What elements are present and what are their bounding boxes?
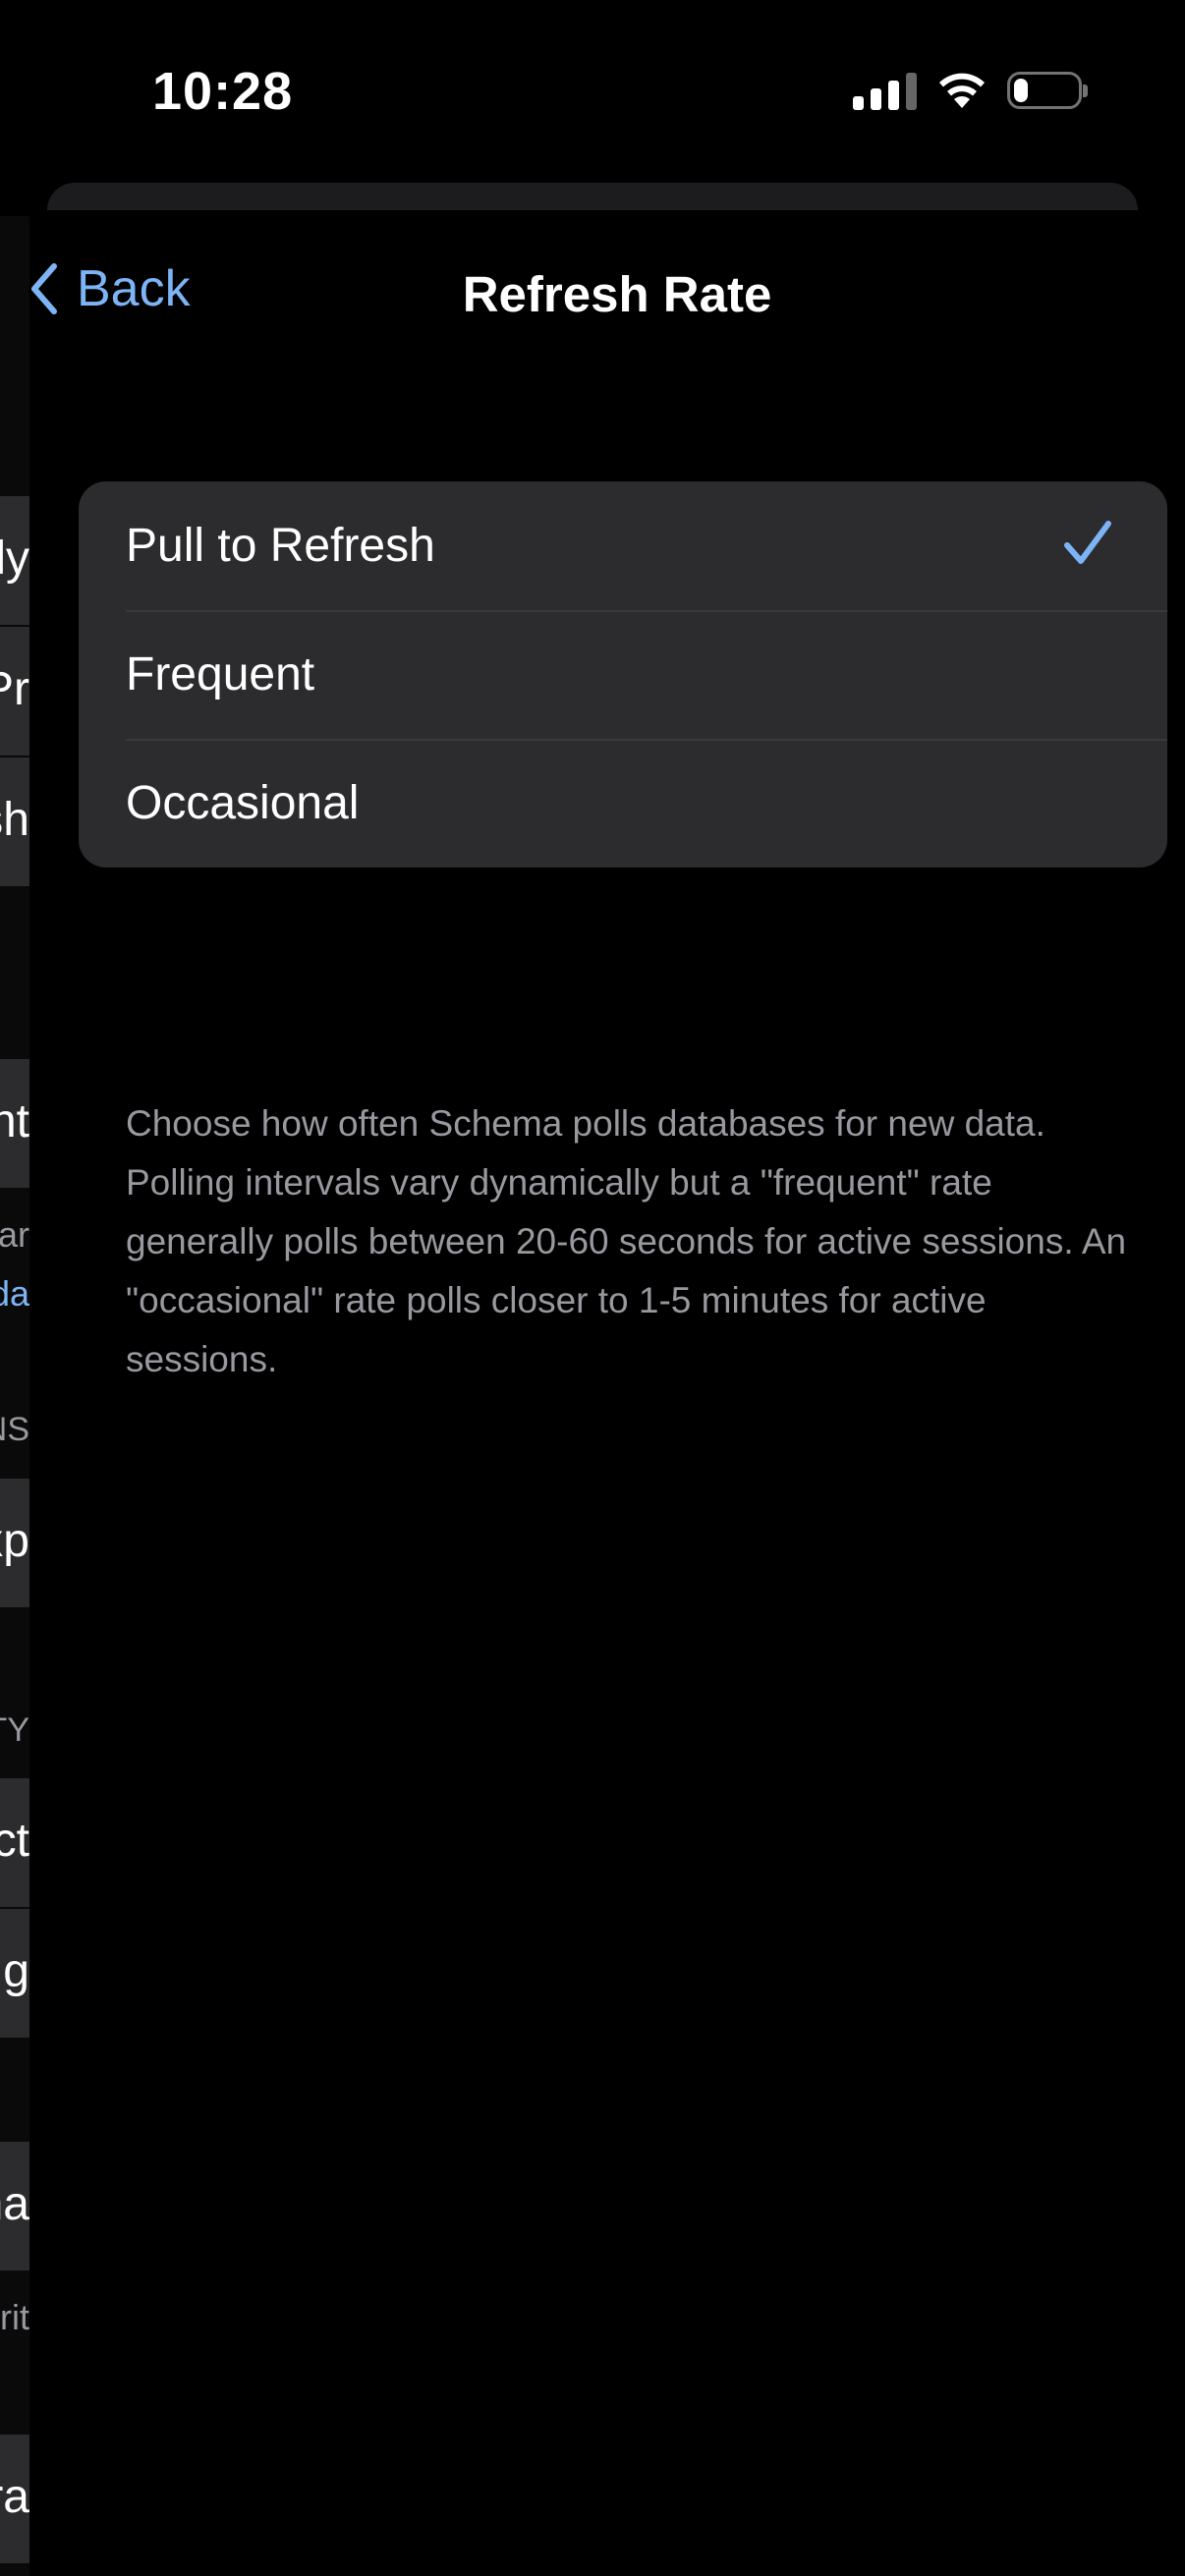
cellular-signal-icon (853, 71, 917, 110)
background-cell: sh (0, 757, 29, 886)
background-cell: g (0, 1909, 29, 2038)
checkmark-icon (1063, 519, 1112, 568)
option-frequent[interactable]: Frequent (79, 610, 1167, 739)
background-footer-text: rit (0, 2297, 29, 2337)
status-time: 10:28 (152, 62, 294, 121)
status-icons (853, 71, 1088, 110)
navigation-bar: Back Refresh Rate (29, 210, 1185, 379)
background-section-header: TY (0, 1711, 29, 1749)
background-cell: ct (0, 1778, 29, 1907)
battery-level-fill (1014, 79, 1028, 102)
option-label: Pull to Refresh (126, 520, 435, 572)
option-pull-to-refresh[interactable]: Pull to Refresh (79, 481, 1167, 610)
status-bar: 10:28 (0, 0, 1185, 187)
option-label: Occasional (126, 777, 360, 829)
refresh-rate-options: Pull to Refresh Frequent Occasional (79, 481, 1167, 868)
background-link-text: da (0, 1273, 29, 1314)
option-occasional[interactable]: Occasional (79, 739, 1167, 868)
background-cell: xp (0, 1479, 29, 1607)
background-cell: ly (0, 496, 29, 625)
wifi-icon (936, 71, 988, 110)
background-cell: Pr (0, 627, 29, 756)
refresh-rate-sheet: Back Refresh Rate Pull to Refresh Freque… (29, 210, 1185, 2576)
background-cell: nt (0, 1059, 29, 1188)
background-cell: ra (0, 2435, 29, 2563)
page-title: Refresh Rate (462, 266, 772, 322)
background-cell: na (0, 2142, 29, 2270)
option-label: Frequent (126, 648, 315, 700)
battery-icon (1007, 72, 1088, 109)
refresh-rate-description: Choose how often Schema polls databases … (126, 1103, 1127, 1379)
background-section-header: NS (0, 1411, 29, 1448)
background-footer-text: ar (0, 1214, 29, 1255)
